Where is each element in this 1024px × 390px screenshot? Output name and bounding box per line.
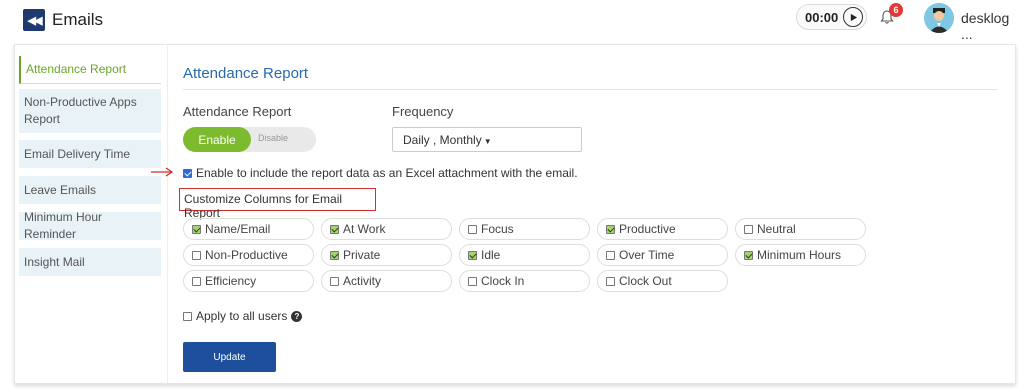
section-title: Attendance Report (183, 65, 309, 82)
column-option[interactable]: Focus (459, 218, 590, 240)
divider (183, 89, 997, 90)
column-checkbox[interactable] (192, 224, 201, 234)
sidebar-item-attendance-report[interactable]: Attendance Report (19, 56, 161, 84)
column-option[interactable]: Non-Productive (183, 244, 314, 266)
sidebar-item-label: Minimum Hour Reminder (24, 210, 103, 241)
sidebar-item-email-delivery-time[interactable]: Email Delivery Time (19, 140, 161, 168)
column-checkbox[interactable] (330, 250, 339, 260)
sidebar-item-insight-mail[interactable]: Insight Mail (19, 248, 161, 276)
column-checkbox[interactable] (744, 224, 753, 234)
column-option[interactable]: Minimum Hours (735, 244, 866, 266)
toggle-enable[interactable]: Enable (183, 127, 251, 152)
column-label: Neutral (757, 222, 796, 236)
top-bar: ◀◀ Emails 00:00 6 desklog ... (0, 0, 1024, 42)
avatar[interactable] (924, 3, 954, 33)
column-checkbox[interactable] (744, 250, 753, 260)
timer-text: 00:00 (805, 10, 839, 25)
column-label: Productive (619, 222, 676, 236)
column-option[interactable]: Efficiency (183, 270, 314, 292)
apply-all-checkbox[interactable] (183, 311, 192, 321)
column-checkbox[interactable] (468, 250, 477, 260)
column-option[interactable]: At Work (321, 218, 452, 240)
column-label: Idle (481, 248, 501, 262)
column-checkbox[interactable] (606, 276, 615, 286)
column-checkbox[interactable] (330, 224, 339, 234)
page-title: Emails (52, 10, 104, 29)
sidebar: Attendance Report Non-Productive Apps Re… (15, 45, 168, 383)
sidebar-item-non-productive-apps-report[interactable]: Non-Productive Apps Report (19, 89, 161, 133)
column-checkbox[interactable] (330, 276, 339, 286)
main-panel: Attendance Report Attendance Report Freq… (151, 45, 1015, 383)
column-option[interactable]: Clock Out (597, 270, 728, 292)
sidebar-item-label: Non-Productive Apps Report (24, 95, 137, 126)
sidebar-item-leave-emails[interactable]: Leave Emails (19, 176, 161, 204)
column-label: Clock In (481, 274, 525, 288)
column-checkbox[interactable] (606, 224, 615, 234)
frequency-value: Daily , Monthly (403, 133, 482, 147)
frequency-label: Frequency (392, 104, 454, 119)
column-checkbox[interactable] (192, 250, 201, 260)
column-label: Clock Out (619, 274, 672, 288)
column-option[interactable]: Neutral (735, 218, 866, 240)
caret-down-icon: ▼ (483, 137, 492, 146)
sidebar-item-label: Attendance Report (26, 62, 127, 76)
column-label: Non-Productive (205, 248, 288, 262)
timer-widget: 00:00 (796, 4, 867, 30)
column-checkbox[interactable] (468, 276, 477, 286)
enable-toggle[interactable]: Enable Disable (183, 127, 316, 152)
sidebar-item-label: Leave Emails (24, 182, 97, 197)
excel-attachment-option[interactable]: Enable to include the report data as an … (183, 166, 578, 180)
column-label: Minimum Hours (757, 248, 842, 262)
help-icon[interactable]: ? (291, 310, 303, 322)
content-panel: Attendance Report Non-Productive Apps Re… (14, 44, 1016, 384)
excel-label: Enable to include the report data as an … (196, 166, 578, 180)
column-label: Efficiency (205, 274, 257, 288)
column-label: Over Time (619, 248, 675, 262)
column-option[interactable]: Over Time (597, 244, 728, 266)
column-option[interactable]: Clock In (459, 270, 590, 292)
sidebar-item-label: Insight Mail (24, 254, 85, 269)
column-label: At Work (343, 222, 386, 236)
column-label: Name/Email (205, 222, 271, 236)
apply-all-option[interactable]: Apply to all users ? (183, 309, 303, 323)
column-option[interactable]: Activity (321, 270, 452, 292)
column-option[interactable]: Idle (459, 244, 590, 266)
column-option[interactable]: Private (321, 244, 452, 266)
attendance-report-label: Attendance Report (183, 104, 292, 119)
sidebar-item-label: Email Delivery Time (24, 146, 131, 161)
column-checkbox[interactable] (468, 224, 477, 234)
toggle-disable[interactable]: Disable (258, 133, 288, 143)
excel-checkbox[interactable] (183, 168, 192, 178)
update-button[interactable]: Update (183, 342, 276, 372)
column-label: Private (343, 248, 381, 262)
arrow-right-icon (151, 167, 174, 177)
column-label: Activity (343, 274, 382, 288)
column-option[interactable]: Productive (597, 218, 728, 240)
play-icon[interactable] (843, 7, 863, 27)
user-name[interactable]: desklog ... (961, 10, 1024, 42)
frequency-select[interactable]: Daily , Monthly ▼ (392, 127, 582, 152)
sidebar-item-minimum-hour-reminder[interactable]: Minimum Hour Reminder (19, 210, 161, 241)
notification-badge: 6 (889, 3, 903, 17)
column-checkbox[interactable] (192, 276, 201, 286)
customize-columns-label: Customize Columns for Email Report (179, 188, 376, 220)
collapse-icon[interactable]: ◀◀ (23, 9, 45, 31)
column-label: Focus (481, 222, 514, 236)
column-checkbox[interactable] (606, 250, 615, 260)
apply-all-label: Apply to all users (196, 309, 288, 323)
column-option[interactable]: Name/Email (183, 218, 314, 240)
